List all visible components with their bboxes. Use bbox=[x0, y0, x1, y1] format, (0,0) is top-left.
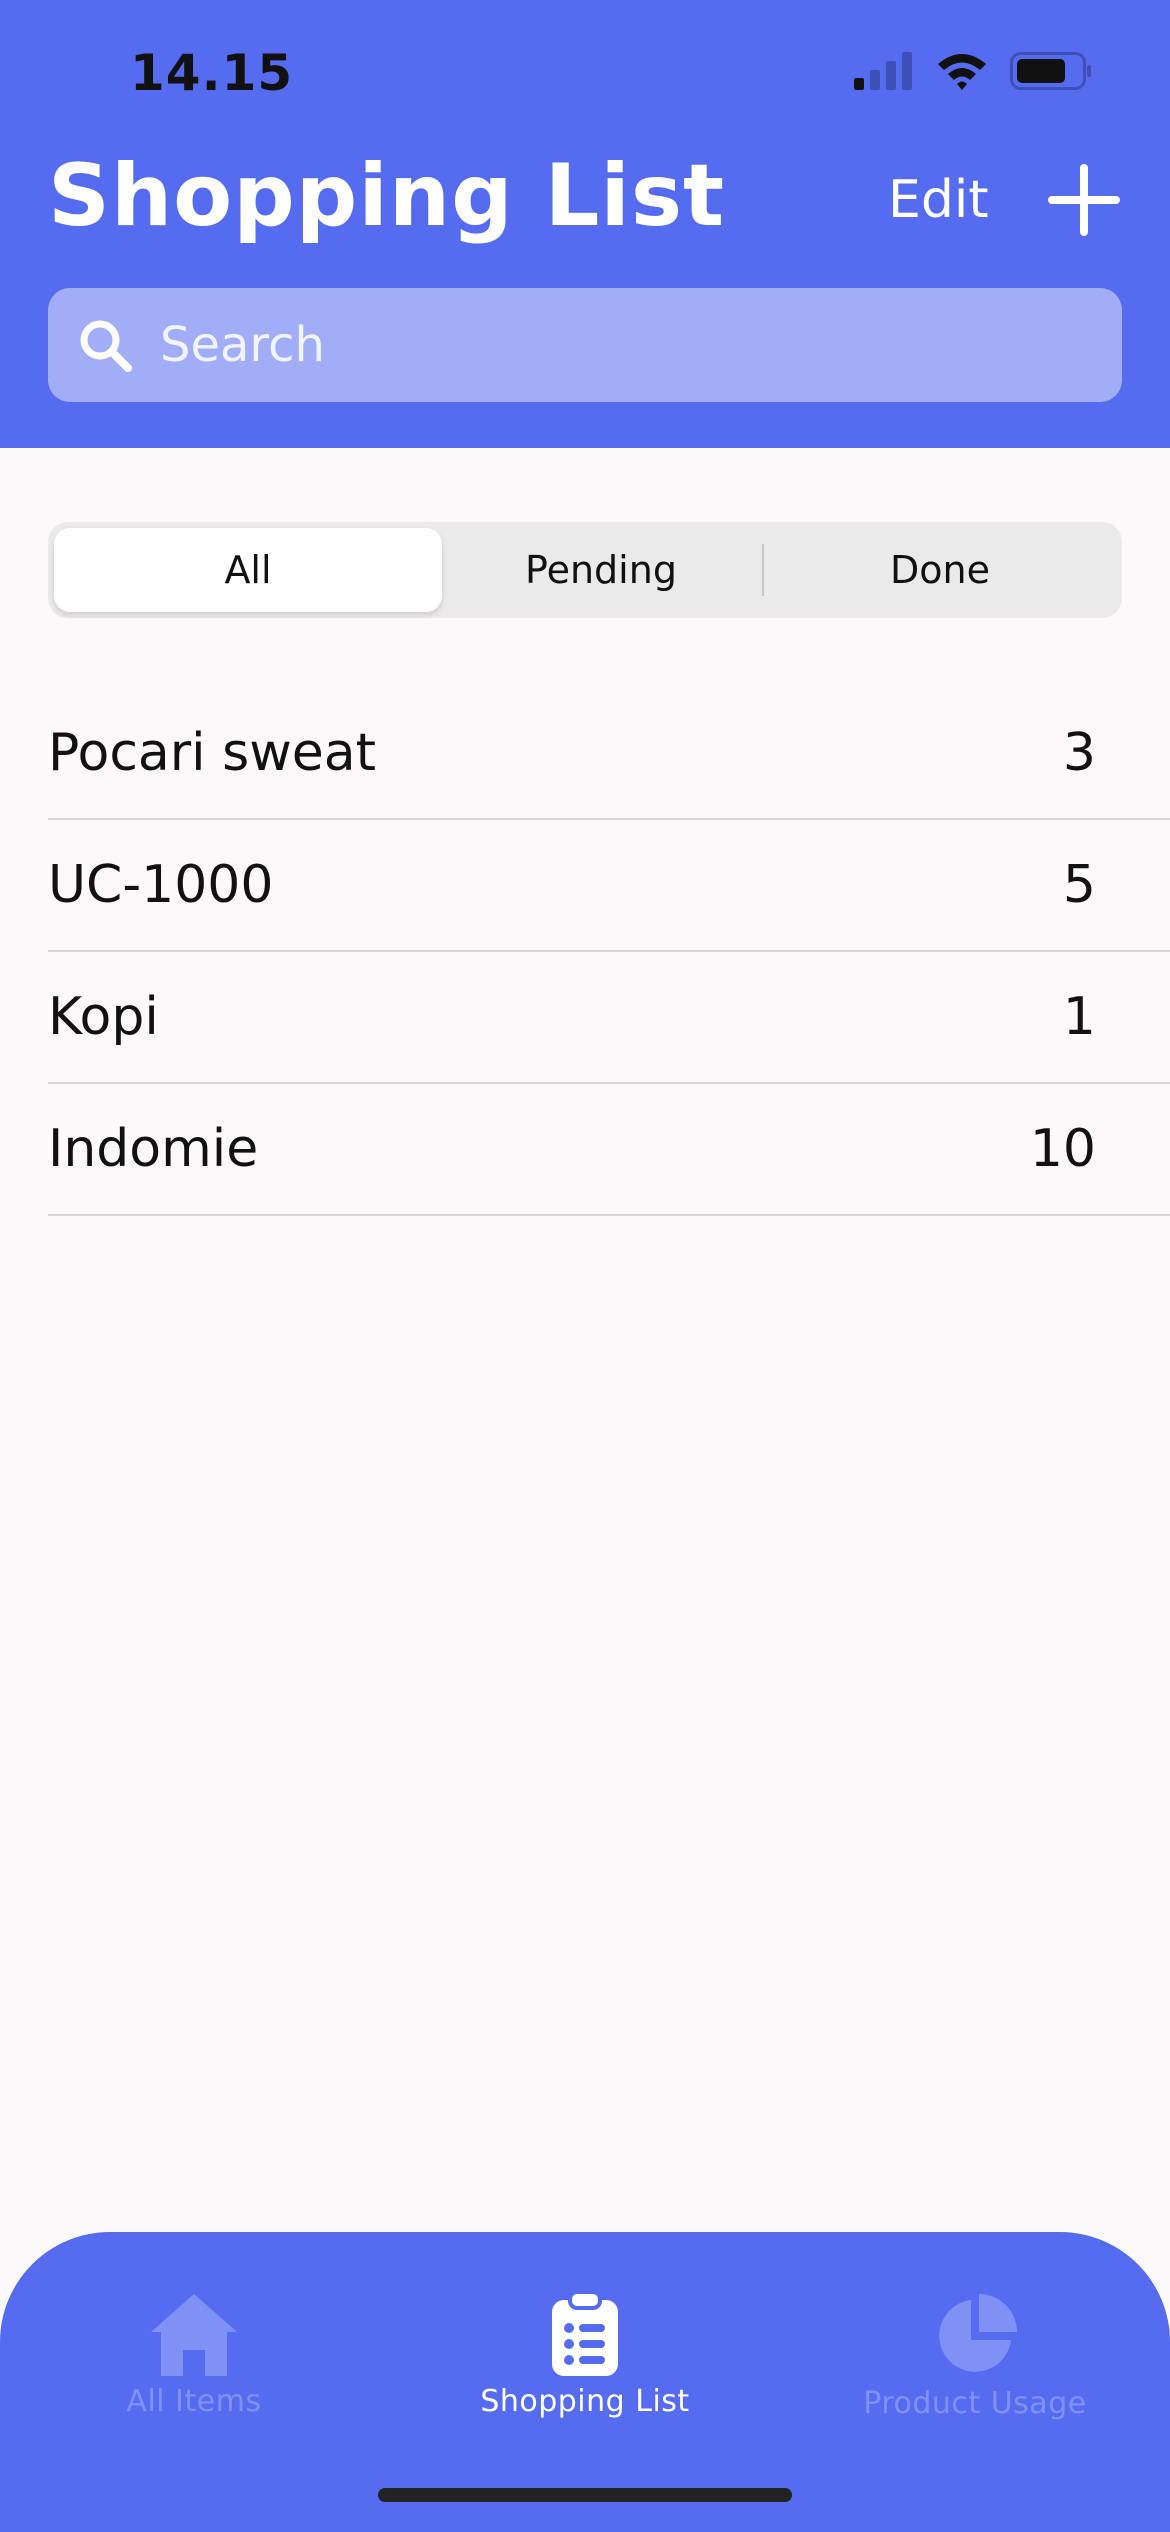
tab-label: Shopping List bbox=[480, 2384, 690, 2419]
search-bar[interactable] bbox=[48, 288, 1122, 402]
wifi-icon bbox=[938, 54, 986, 90]
list-item[interactable]: Indomie 10 bbox=[48, 1084, 1170, 1216]
tab-shopping-list[interactable]: Shopping List bbox=[405, 2292, 765, 2419]
item-quantity: 3 bbox=[1062, 723, 1096, 783]
tab-label: All Items bbox=[126, 2384, 262, 2419]
home-indicator bbox=[378, 2488, 792, 2502]
header: 14.15 Shopping List Edit bbox=[0, 0, 1170, 448]
filter-segmented-control: All Pending Done bbox=[48, 522, 1122, 618]
segment-pending[interactable]: Pending bbox=[442, 528, 760, 612]
plus-icon bbox=[1048, 164, 1120, 236]
item-quantity: 5 bbox=[1062, 855, 1096, 915]
add-button[interactable] bbox=[1046, 162, 1122, 238]
page-title: Shopping List bbox=[48, 146, 726, 246]
item-name: Kopi bbox=[48, 987, 159, 1047]
list-item[interactable]: Kopi 1 bbox=[48, 952, 1170, 1084]
shopping-list: Pocari sweat 3 UC-1000 5 Kopi 1 Indomie … bbox=[48, 688, 1170, 1216]
search-input[interactable] bbox=[158, 316, 1062, 374]
edit-button[interactable]: Edit bbox=[888, 170, 989, 230]
item-quantity: 1 bbox=[1062, 987, 1096, 1047]
segment-all[interactable]: All bbox=[54, 528, 442, 612]
status-icons bbox=[854, 52, 1092, 90]
list-item[interactable]: UC-1000 5 bbox=[48, 820, 1170, 952]
pie-chart-icon bbox=[939, 2294, 1017, 2372]
item-name: Pocari sweat bbox=[48, 723, 376, 783]
segment-done[interactable]: Done bbox=[764, 528, 1116, 612]
search-icon bbox=[80, 320, 132, 372]
tab-bar: All Items Shopping List Product Usage bbox=[0, 2232, 1170, 2532]
item-name: Indomie bbox=[48, 1119, 259, 1179]
battery-icon bbox=[1010, 52, 1091, 90]
list-item[interactable]: Pocari sweat 3 bbox=[48, 688, 1170, 820]
item-quantity: 10 bbox=[1029, 1119, 1096, 1179]
home-icon bbox=[151, 2294, 237, 2376]
tab-product-usage[interactable]: Product Usage bbox=[795, 2292, 1155, 2421]
tab-all-items[interactable]: All Items bbox=[14, 2292, 374, 2419]
clipboard-list-icon bbox=[552, 2292, 618, 2376]
item-name: UC-1000 bbox=[48, 855, 274, 915]
tab-label: Product Usage bbox=[863, 2386, 1087, 2421]
status-time: 14.15 bbox=[130, 44, 294, 102]
cellular-signal-icon bbox=[854, 52, 912, 90]
